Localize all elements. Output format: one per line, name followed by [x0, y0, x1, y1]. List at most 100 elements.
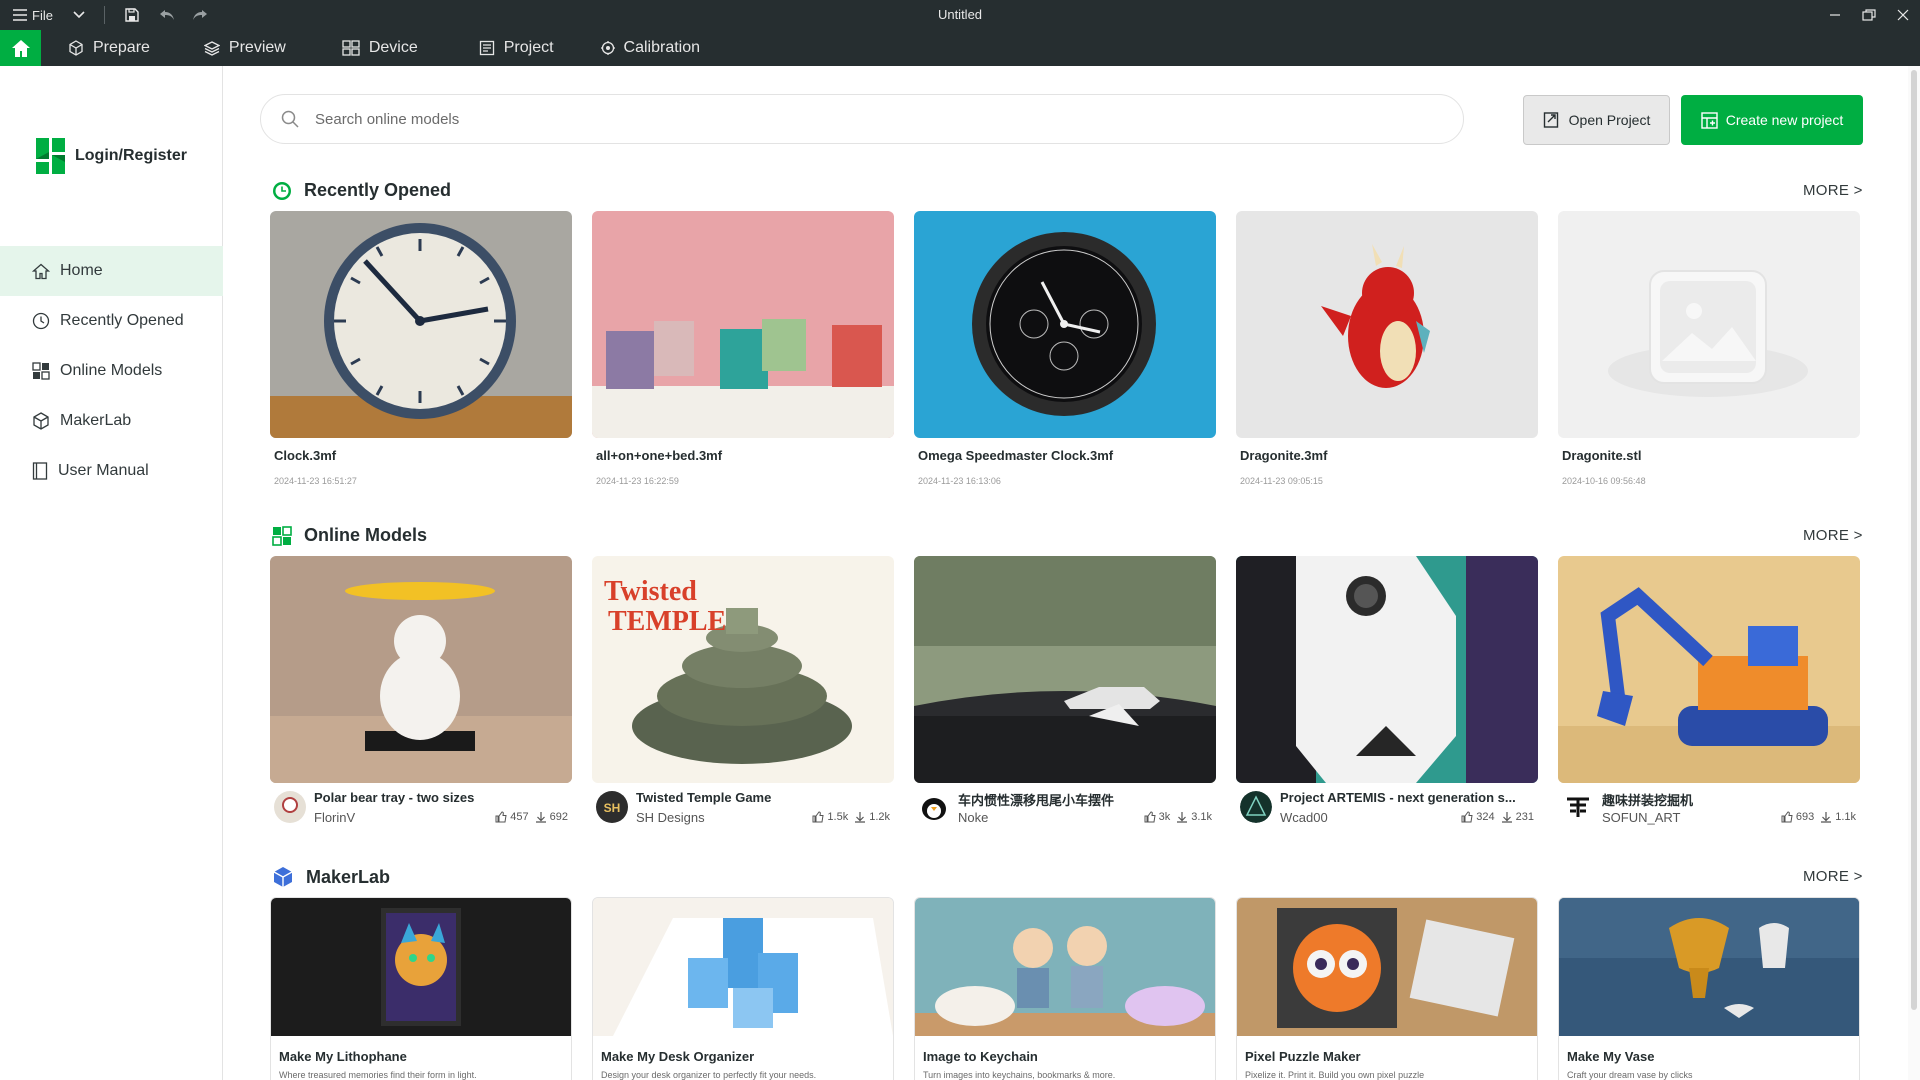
add-project-icon — [1701, 111, 1718, 129]
model-author[interactable]: SOFUN_ART — [1602, 810, 1681, 825]
save-button[interactable] — [117, 0, 147, 30]
close-icon — [1897, 9, 1909, 21]
model-title: Project ARTEMIS - next generation s... — [1280, 790, 1516, 805]
makerlab-card[interactable]: Make My Lithophane Where treasured memor… — [270, 897, 572, 1080]
makerlab-card[interactable]: Pixel Puzzle Maker Pixelize it. Print it… — [1236, 897, 1538, 1080]
model-stats: 693 1.1k — [1781, 811, 1856, 823]
undo-button[interactable] — [147, 0, 187, 30]
makerlab-desc: Craft your dream vase by clicks — [1567, 1070, 1693, 1080]
search-bar[interactable] — [260, 94, 1464, 144]
recent-card[interactable]: Omega Speedmaster Clock.3mf 2024-11-23 1… — [914, 211, 1216, 486]
recent-file-date: 2024-11-23 16:22:59 — [596, 476, 679, 486]
model-title: 趣味拼装挖掘机 — [1602, 793, 1694, 808]
create-project-button[interactable]: Create new project — [1681, 95, 1863, 145]
online-model-thumbnail: Twisted TEMPLE — [592, 556, 894, 783]
sidebar-item-online-models[interactable]: Online Models — [0, 346, 223, 396]
recent-card[interactable]: Dragonite.stl 2024-10-16 09:56:48 — [1558, 211, 1860, 486]
model-author[interactable]: FlorinV — [314, 810, 355, 825]
project-icon — [479, 40, 494, 56]
makerlab-card[interactable]: Make My Desk Organizer Design your desk … — [592, 897, 894, 1080]
tab-calibration[interactable]: Calibration — [600, 30, 700, 66]
sidebar-item-recently-opened[interactable]: Recently Opened — [0, 296, 223, 346]
recent-card[interactable]: Clock.3mf 2024-11-23 16:51:27 — [270, 211, 572, 486]
like-count: 457 — [510, 811, 529, 823]
tab-prepare[interactable]: Prepare — [68, 30, 150, 66]
download-icon — [855, 812, 866, 823]
recent-thumbnail — [1236, 211, 1538, 438]
open-project-button[interactable]: Open Project — [1523, 95, 1670, 145]
online-model-card[interactable]: 车内惯性漂移甩尾小车摆件 Noke 3k 3.1k — [914, 556, 1216, 827]
model-author[interactable]: SH Designs — [636, 810, 705, 825]
open-folder-icon — [1543, 112, 1558, 128]
like-count: 3k — [1158, 811, 1171, 823]
like-icon — [812, 811, 824, 823]
makerlab-title: Make My Vase — [1567, 1049, 1655, 1064]
minimize-button[interactable] — [1818, 0, 1852, 30]
recent-card[interactable]: all+on+one+bed.3mf 2024-11-23 16:22:59 — [592, 211, 894, 486]
tab-preview-label: Preview — [228, 39, 286, 56]
download-icon — [535, 812, 546, 823]
tab-device-label: Device — [368, 39, 418, 56]
recent-file-name: all+on+one+bed.3mf — [596, 448, 723, 463]
main-content: Open Project Create new project Recently… — [224, 66, 1904, 1080]
avatar[interactable]: SH — [596, 791, 628, 823]
sidebar-item-user-manual-label: User Manual — [58, 462, 149, 479]
divider — [104, 6, 105, 24]
recent-file-date: 2024-11-23 16:13:06 — [918, 476, 1001, 486]
makerlab-more-link[interactable]: MORE > — [1803, 868, 1863, 885]
calibration-icon — [600, 41, 615, 55]
download-count: 1.1k — [1835, 811, 1856, 823]
model-title: Polar bear tray - two sizes — [314, 790, 475, 805]
avatar[interactable] — [274, 791, 306, 823]
redo-button[interactable] — [187, 0, 213, 30]
download-count: 231 — [1515, 811, 1534, 823]
vertical-scrollbar[interactable] — [1908, 66, 1920, 1080]
online-model-card[interactable]: 趣味拼装挖掘机 SOFUN_ART 693 1.1k — [1558, 556, 1860, 827]
sidebar-item-home[interactable]: Home — [0, 246, 223, 296]
home-tab[interactable] — [0, 30, 41, 66]
makerlab-row: Make My Lithophane Where treasured memor… — [270, 897, 1860, 1080]
svg-text:TEMPLE: TEMPLE — [608, 606, 726, 637]
recent-more-link[interactable]: MORE > — [1803, 182, 1863, 199]
recent-card[interactable]: Dragonite.3mf 2024-11-23 09:05:15 — [1236, 211, 1538, 486]
recent-file-name: Omega Speedmaster Clock.3mf — [918, 448, 1114, 463]
open-project-label: Open Project — [1568, 112, 1651, 128]
recent-file-date: 2024-11-23 09:05:15 — [1240, 476, 1323, 486]
tab-project[interactable]: Project — [479, 30, 554, 66]
file-dropdown-button[interactable] — [66, 0, 92, 30]
scrollbar-thumb[interactable] — [1911, 70, 1917, 1010]
model-author[interactable]: Noke — [958, 810, 988, 825]
online-more-link[interactable]: MORE > — [1803, 527, 1863, 544]
sidebar-item-user-manual[interactable]: User Manual — [0, 446, 223, 496]
search-input[interactable] — [315, 110, 1415, 128]
model-author[interactable]: Wcad00 — [1280, 810, 1328, 825]
makerlab-icon — [273, 867, 293, 887]
online-row: Polar bear tray - two sizes FlorinV 457 … — [270, 556, 1860, 827]
tab-preview[interactable]: Preview — [203, 30, 286, 66]
section-recently-opened-title: Recently Opened — [304, 180, 452, 200]
online-model-card[interactable]: Project ARTEMIS - next generation s... W… — [1236, 556, 1538, 827]
like-icon — [1781, 811, 1793, 823]
home-icon — [32, 263, 50, 279]
like-count: 693 — [1795, 811, 1815, 823]
file-menu-button[interactable]: File — [0, 0, 66, 30]
online-model-card[interactable]: Twisted TEMPLE SH Twisted Temple Game SH… — [592, 556, 894, 827]
model-stats: 3k 3.1k — [1144, 811, 1212, 823]
restore-button[interactable] — [1852, 0, 1886, 30]
grid-icon — [32, 362, 50, 380]
makerlab-card[interactable]: Make My Vase Craft your dream vase by cl… — [1558, 897, 1860, 1080]
avatar[interactable] — [1240, 791, 1272, 823]
download-count: 3.1k — [1191, 811, 1212, 823]
avatar[interactable] — [1562, 791, 1594, 823]
sidebar-item-makerlab[interactable]: MakerLab — [0, 396, 223, 446]
login-register-link[interactable]: Login/Register — [36, 138, 187, 174]
svg-text:Twisted: Twisted — [604, 576, 697, 607]
online-model-card[interactable]: Polar bear tray - two sizes FlorinV 457 … — [270, 556, 572, 827]
menu-icon — [13, 9, 27, 21]
section-online-models-title: Online Models — [304, 525, 428, 545]
window-title: Untitled — [937, 7, 983, 22]
avatar[interactable] — [918, 791, 950, 823]
tab-device[interactable]: Device — [342, 30, 418, 66]
makerlab-card[interactable]: Image to Keychain Turn images into keych… — [914, 897, 1216, 1080]
close-button[interactable] — [1886, 0, 1920, 30]
